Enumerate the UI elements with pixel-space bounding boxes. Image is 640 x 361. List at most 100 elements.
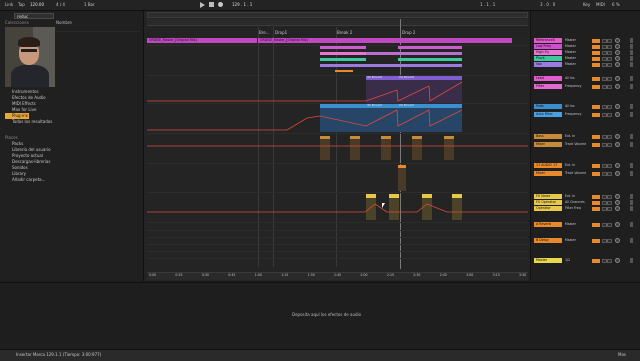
mixer-io-select[interactable]: Master xyxy=(565,44,576,48)
song-position[interactable]: 129 . 1 . 1 xyxy=(232,3,252,7)
mixer-track-name[interactable]: ReferenceX xyxy=(534,38,562,43)
track-pan-knob[interactable] xyxy=(615,44,620,49)
track-activator-button[interactable] xyxy=(592,105,600,109)
mixer-io-select[interactable]: Track Volume xyxy=(565,171,586,175)
midi-map-button[interactable]: MIDI xyxy=(596,3,605,7)
track-pan-knob[interactable] xyxy=(615,56,620,61)
key-map-button[interactable]: Key xyxy=(583,3,590,7)
track-pan-knob[interactable] xyxy=(615,112,620,117)
beat-ruler[interactable] xyxy=(147,19,528,26)
overview-strip[interactable] xyxy=(147,12,528,18)
mixer-io-select[interactable]: Master xyxy=(565,238,576,242)
track-activator-button[interactable] xyxy=(592,77,600,81)
track-activator-button[interactable] xyxy=(592,207,600,211)
track-pan-knob[interactable] xyxy=(615,134,620,139)
clip-pluck[interactable] xyxy=(398,58,462,61)
mixer-io-select[interactable]: Master xyxy=(565,50,576,54)
category-max-for-live[interactable]: Max for Live xyxy=(12,108,36,112)
mixer-track-name[interactable]: Auto Filter xyxy=(534,112,562,117)
place-user-library[interactable]: Librería del usuario xyxy=(12,148,51,152)
mixer-io-select[interactable]: 1/2 xyxy=(565,258,570,262)
track-pan-knob[interactable] xyxy=(615,200,620,205)
track-activator-button[interactable] xyxy=(592,113,600,117)
track-pan-knob[interactable] xyxy=(615,238,620,243)
loop-start[interactable]: 1 . 1 . 1 xyxy=(480,3,495,7)
track-pan-knob[interactable] xyxy=(615,38,620,43)
place-sounds[interactable]: Sonidos xyxy=(12,166,28,170)
clip-master-a[interactable]: ORDISE_Master_[Original Mix] xyxy=(147,38,257,43)
locator-drop2[interactable]: Drop 2 xyxy=(402,31,415,35)
category-midi-effects[interactable]: MIDI Effects xyxy=(12,102,36,106)
mixer-track-name[interactable]: Bass xyxy=(534,134,562,139)
bass-automation[interactable] xyxy=(147,134,528,162)
clip-pluck[interactable] xyxy=(320,58,366,61)
mixer-io-select[interactable]: All Ins xyxy=(565,76,575,80)
mixer-track-name[interactable]: 17 AUDIO 17 xyxy=(534,163,562,168)
mixer-track-name[interactable]: Mixer xyxy=(534,171,562,176)
locator-break1[interactable]: Bre... xyxy=(259,31,270,35)
track-activator-button[interactable] xyxy=(592,39,600,43)
place-packs[interactable]: Packs xyxy=(12,142,23,146)
mixer-io-select[interactable]: Track Volume xyxy=(565,142,586,146)
track-pan-knob[interactable] xyxy=(615,62,620,67)
clip-master-b[interactable]: ORDISE_Master_[Original Mix] xyxy=(258,38,512,43)
track-pan-knob[interactable] xyxy=(615,50,620,55)
track-activator-button[interactable] xyxy=(592,239,600,243)
clip-high[interactable] xyxy=(320,52,366,55)
mixer-io-select[interactable]: Ext. In xyxy=(565,194,575,198)
track-activator-button[interactable] xyxy=(592,201,600,205)
mixer-io-select[interactable]: Master xyxy=(565,62,576,66)
clip-vox[interactable] xyxy=(366,64,462,67)
track-activator-button[interactable] xyxy=(592,45,600,49)
locator-drop1[interactable]: Drop1 xyxy=(275,31,287,35)
place-downloads[interactable]: Descargas-librerías xyxy=(12,160,50,164)
locator-break2[interactable]: Break 2 xyxy=(337,31,352,35)
track-activator-button[interactable] xyxy=(592,164,600,168)
mixer-io-select[interactable]: Filter Freq xyxy=(565,206,581,210)
status-right-button[interactable]: Mas xyxy=(618,353,626,357)
place-add-folder[interactable]: Añadir carpeta... xyxy=(12,178,45,182)
drop-effects-hint[interactable]: Deposita aquí los efectos de audio xyxy=(292,313,361,317)
loop-length[interactable]: 3 . 0 . 0 xyxy=(540,3,555,7)
stop-icon[interactable] xyxy=(209,2,214,7)
mixer-track-name[interactable]: B Delay xyxy=(534,238,562,243)
track-activator-button[interactable] xyxy=(592,172,600,176)
mixer-io-select[interactable]: Master xyxy=(565,56,576,60)
mixer-track-name[interactable]: Operator xyxy=(534,206,562,211)
track-pan-knob[interactable] xyxy=(615,76,620,81)
search-input[interactable]: reduc xyxy=(14,13,54,19)
mixer-track-name[interactable]: Master xyxy=(534,258,562,263)
track-pan-knob[interactable] xyxy=(615,171,620,176)
quantize-select[interactable]: 1 Bar xyxy=(84,3,95,7)
place-current-project[interactable]: Proyecto actual xyxy=(12,154,43,158)
mixer-io-select[interactable]: Ext. In xyxy=(565,134,575,138)
clip-audio17[interactable] xyxy=(398,165,406,191)
mixer-track-name[interactable]: Lead xyxy=(534,76,562,81)
mixer-track-name[interactable]: Pads xyxy=(534,104,562,109)
track-activator-button[interactable] xyxy=(592,143,600,147)
clip-vox[interactable] xyxy=(320,64,366,67)
track-activator-button[interactable] xyxy=(592,135,600,139)
time-signature[interactable]: 4 / 4 xyxy=(56,3,65,7)
tap-button[interactable]: Tap xyxy=(18,3,25,7)
mixer-track-name[interactable]: FX Operator xyxy=(534,200,562,205)
track-pan-knob[interactable] xyxy=(615,163,620,168)
track-pan-knob[interactable] xyxy=(615,258,620,263)
mixer-track-name[interactable]: Pluck xyxy=(534,56,562,61)
play-icon[interactable] xyxy=(200,2,205,8)
track-pan-knob[interactable] xyxy=(615,222,620,227)
category-instruments[interactable]: Instrumentos xyxy=(12,90,39,94)
category-audio-effects[interactable]: Efectos de Audio xyxy=(12,96,46,100)
lead-automation[interactable] xyxy=(147,76,528,103)
tempo-field[interactable]: 120.00 xyxy=(30,3,44,7)
category-plugins[interactable]: Plug-ins xyxy=(12,114,28,118)
mixer-io-select[interactable]: Frequency xyxy=(565,112,581,116)
mixer-track-name[interactable]: High Fq xyxy=(534,50,562,55)
mixer-track-name[interactable]: A Reverb xyxy=(534,222,562,227)
mixer-io-select[interactable]: Frequency xyxy=(565,84,581,88)
mixer-io-select[interactable]: All Ins xyxy=(565,104,575,108)
clip-low[interactable] xyxy=(398,46,462,49)
link-button[interactable]: Link xyxy=(5,3,13,7)
mixer-track-name[interactable]: Mixer xyxy=(534,142,562,147)
mixer-track-name[interactable]: Low Freq xyxy=(534,44,562,49)
